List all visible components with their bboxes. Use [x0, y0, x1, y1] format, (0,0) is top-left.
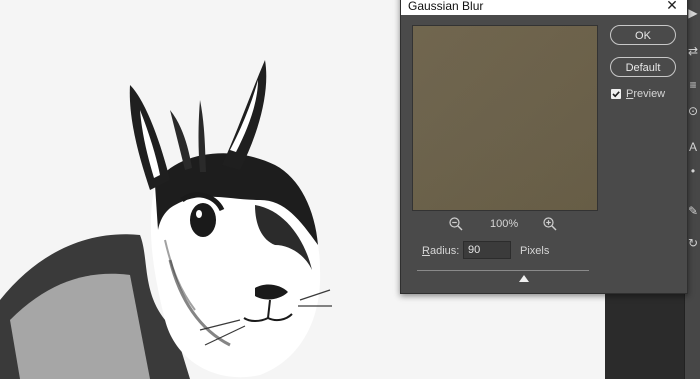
checkbox-checked-icon: [612, 91, 620, 98]
dialog-title: Gaussian Blur: [408, 0, 484, 13]
radius-row: Radius: Pixels: [422, 241, 622, 263]
brush-icon[interactable]: ✎: [687, 204, 699, 218]
adjust-icon[interactable]: ⊙: [687, 104, 699, 118]
preview-checkbox[interactable]: [611, 89, 621, 99]
layers-icon[interactable]: ≡: [687, 78, 699, 92]
default-button[interactable]: Default: [610, 57, 676, 77]
dialog-titlebar[interactable]: Gaussian Blur ✕: [401, 0, 687, 15]
radius-slider-thumb[interactable]: [518, 275, 529, 282]
zoom-in-icon[interactable]: [542, 216, 558, 232]
gaussian-blur-dialog: Gaussian Blur ✕ 100% Radius: Pixels O: [400, 0, 688, 294]
preview-label: Preview: [626, 88, 666, 100]
zoom-out-icon[interactable]: [448, 216, 464, 232]
text-icon[interactable]: A: [687, 140, 699, 154]
dot-icon[interactable]: •: [687, 164, 699, 178]
radius-input[interactable]: [463, 241, 511, 259]
swap-icon[interactable]: ⇄: [687, 44, 699, 58]
pixels-unit-label: Pixels: [520, 245, 550, 257]
history-icon[interactable]: ↻: [687, 236, 699, 250]
zoom-controls: 100%: [412, 216, 598, 234]
close-icon[interactable]: ✕: [664, 0, 680, 13]
radius-label: Radius:: [422, 245, 460, 257]
play-icon[interactable]: ▶: [687, 6, 699, 20]
zoom-level: 100%: [490, 218, 519, 230]
preview-swatch[interactable]: [412, 25, 598, 211]
radius-slider-track[interactable]: [417, 270, 589, 271]
ok-button[interactable]: OK: [610, 25, 676, 45]
